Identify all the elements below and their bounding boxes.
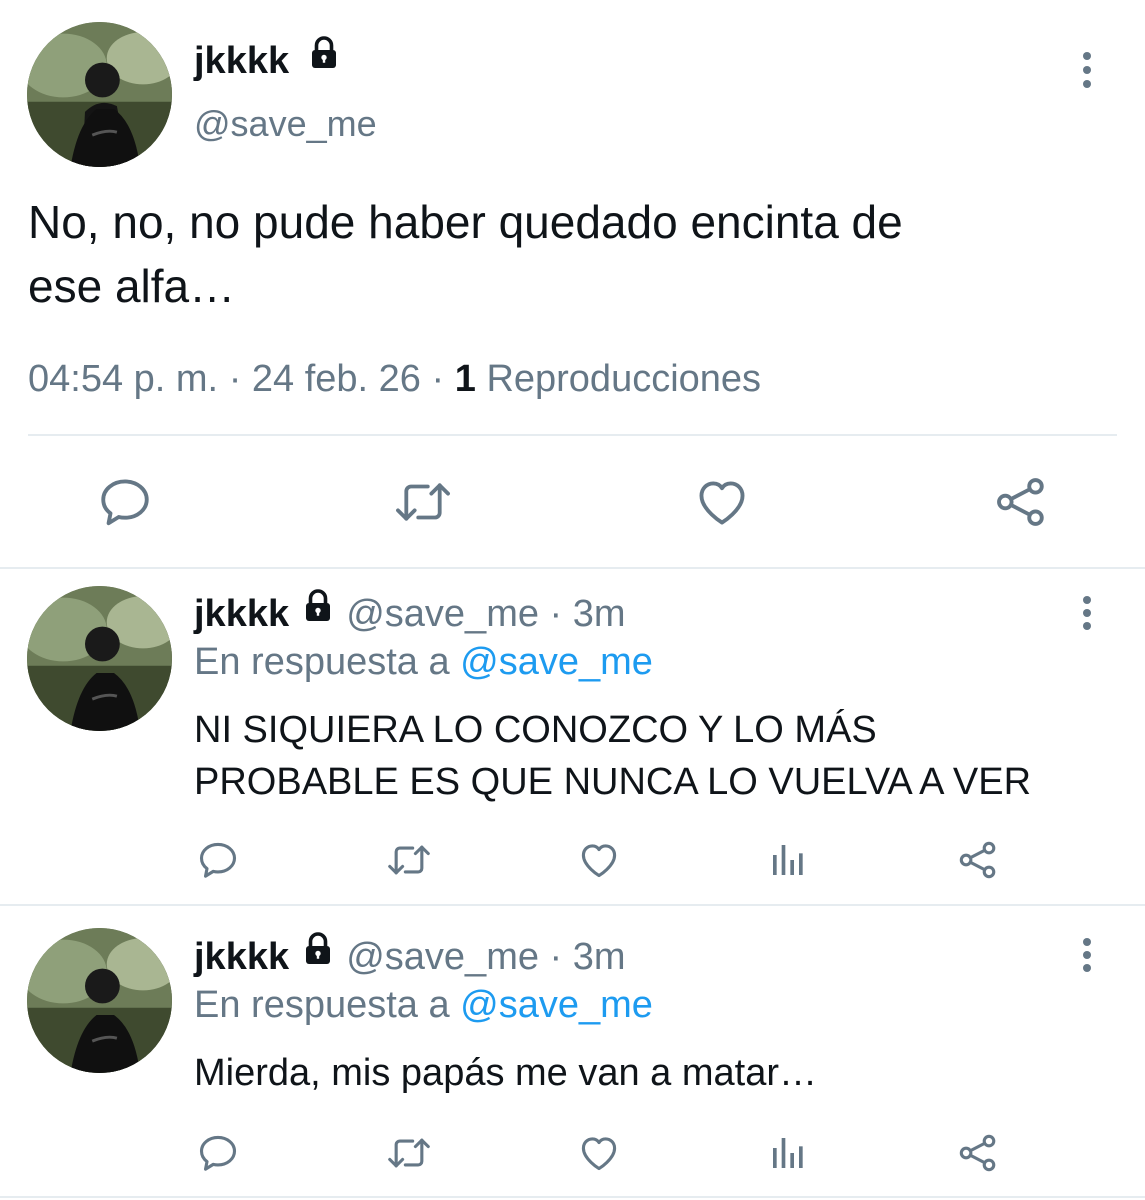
reply-display-name[interactable]: jkkkk	[194, 593, 289, 635]
reply-avatar[interactable]	[27, 928, 172, 1073]
main-tweet-text: No, no, no pude haber quedado encinta de…	[28, 190, 903, 318]
main-display-name[interactable]: jkkkk	[194, 35, 342, 84]
analytics-icon[interactable]	[768, 840, 808, 880]
share-icon[interactable]	[956, 1131, 1000, 1175]
more-options-icon[interactable]	[1082, 938, 1092, 972]
more-options-icon[interactable]	[1082, 52, 1092, 88]
replying-to: En respuesta a @save_me	[194, 639, 653, 685]
lock-icon	[300, 931, 336, 978]
analytics-icon[interactable]	[768, 1133, 808, 1173]
replying-to-label: En respuesta a	[194, 984, 450, 1026]
views-label[interactable]: Reproducciones	[486, 358, 761, 400]
main-avatar[interactable]	[27, 22, 172, 167]
share-icon[interactable]	[956, 838, 1000, 882]
meta-separator: ·	[549, 593, 563, 635]
reply-age[interactable]: 3m	[573, 936, 626, 978]
retweet-icon[interactable]	[392, 473, 454, 531]
tweet-meta: 04:54 p. m. · 24 feb. 26 · 1 Reproduccio…	[28, 356, 761, 402]
reply-handle[interactable]: @save_me	[346, 593, 539, 635]
retweet-icon[interactable]	[385, 1131, 433, 1175]
reply-text-line-1: NI SIQUIERA LO CONOZCO Y LO MÁS	[194, 709, 877, 751]
replying-to-handle[interactable]: @save_me	[460, 984, 653, 1026]
divider	[0, 904, 1145, 906]
more-options-icon[interactable]	[1082, 596, 1092, 630]
reply-text: Mierda, mis papás me van a matar…	[194, 1047, 817, 1099]
reply-header: jkkkk @save_me · 3m	[194, 931, 626, 980]
lock-icon	[300, 588, 336, 635]
tweet-text-line-2: ese alfa…	[28, 260, 236, 312]
reply-display-name[interactable]: jkkkk	[194, 936, 289, 978]
avatar-photo	[27, 22, 172, 167]
lock-icon	[306, 35, 342, 82]
avatar-photo	[27, 928, 172, 1073]
tweet-date[interactable]: 24 feb. 26	[252, 358, 421, 400]
reply-icon[interactable]	[196, 838, 240, 882]
share-icon[interactable]	[992, 473, 1050, 531]
divider	[0, 1196, 1145, 1198]
display-name-text: jkkkk	[194, 40, 290, 82]
reply-age[interactable]: 3m	[573, 593, 626, 635]
replying-to-label: En respuesta a	[194, 641, 450, 683]
retweet-icon[interactable]	[385, 838, 433, 882]
meta-separator: ·	[549, 936, 563, 978]
tweet-text-line-1: No, no, no pude haber quedado encinta de	[28, 196, 903, 248]
main-handle[interactable]: @save_me	[194, 102, 377, 146]
divider	[28, 434, 1117, 436]
reply-icon[interactable]	[96, 473, 154, 531]
tweet-time[interactable]: 04:54 p. m.	[28, 358, 218, 400]
meta-separator: ·	[228, 358, 242, 400]
replying-to-handle[interactable]: @save_me	[460, 641, 653, 683]
reply-text: NI SIQUIERA LO CONOZCO Y LO MÁS PROBABLE…	[194, 704, 1031, 808]
reply-avatar[interactable]	[27, 586, 172, 731]
divider	[0, 567, 1145, 569]
reply-header: jkkkk @save_me · 3m	[194, 588, 626, 637]
replying-to: En respuesta a @save_me	[194, 982, 653, 1028]
reply-handle[interactable]: @save_me	[346, 936, 539, 978]
like-icon[interactable]	[576, 838, 622, 882]
reply-text-line-2: PROBABLE ES QUE NUNCA LO VUELVA A VER	[194, 761, 1032, 803]
reply-icon[interactable]	[196, 1131, 240, 1175]
like-icon[interactable]	[576, 1131, 622, 1175]
reply-text-line-1: Mierda, mis papás me van a matar…	[194, 1052, 818, 1094]
avatar-photo	[27, 586, 172, 731]
meta-separator: ·	[431, 358, 445, 400]
views-count[interactable]: 1	[455, 358, 476, 400]
like-icon[interactable]	[692, 473, 752, 531]
